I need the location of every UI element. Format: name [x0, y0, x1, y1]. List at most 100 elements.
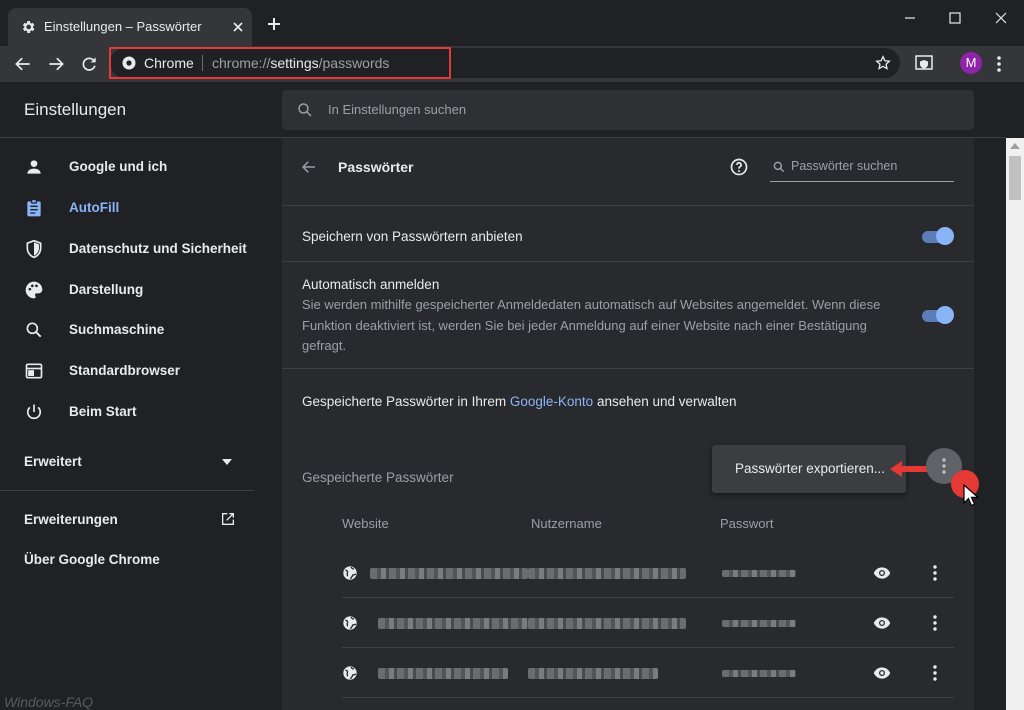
password-search-input[interactable]: Passwörter suchen — [770, 154, 954, 182]
minimize-icon[interactable] — [900, 8, 920, 28]
account-text: Gespeicherte Passwörter in Ihrem Google-… — [302, 394, 737, 409]
sidebar-item-label: Google und ich — [69, 159, 168, 174]
more-vert-icon — [941, 457, 947, 475]
about-label: Über Google Chrome — [24, 552, 160, 567]
sidebar-item-label: Standardbrowser — [69, 363, 181, 378]
export-passwords-menu-item[interactable]: Passwörter exportieren... — [735, 461, 885, 476]
more-vert-icon[interactable] — [932, 564, 938, 582]
browser-icon — [24, 361, 44, 381]
person-icon — [24, 157, 44, 177]
address-highlight-frame — [109, 47, 451, 79]
avatar[interactable]: M — [960, 52, 982, 74]
sidebar-item-label: Suchmaschine — [69, 322, 165, 337]
sidebar-item-label: Beim Start — [69, 404, 137, 419]
palette-icon — [24, 280, 44, 300]
password-search-placeholder: Passwörter suchen — [791, 159, 898, 173]
website-value-blurred — [370, 568, 528, 579]
sidebar-item-ueber-chrome[interactable]: Über Google Chrome — [0, 540, 254, 580]
maximize-icon[interactable] — [945, 8, 965, 28]
row-separator — [342, 697, 954, 698]
toggle-knob — [936, 306, 954, 324]
bookmark-star-icon[interactable] — [875, 55, 891, 71]
browser-tab[interactable]: Einstellungen – Passwörter — [8, 8, 252, 46]
toggle-knob — [936, 227, 954, 245]
export-menu: Passwörter exportieren... — [712, 445, 906, 493]
tab-title: Einstellungen – Passwörter — [44, 19, 202, 34]
scroll-up-icon[interactable] — [1010, 143, 1020, 149]
more-vert-icon[interactable] — [996, 54, 1002, 74]
username-value-blurred — [528, 568, 686, 579]
column-header-website: Website — [342, 516, 389, 531]
sidebar: Google und ich AutoFill Datenschutz und … — [0, 138, 282, 710]
table-row[interactable] — [342, 648, 954, 698]
new-tab-icon[interactable] — [266, 16, 282, 32]
sidebar-item-standardbrowser[interactable]: Standardbrowser — [0, 351, 282, 391]
offer-save-label: Speichern von Passwörtern anbieten — [302, 229, 523, 244]
help-icon[interactable] — [729, 157, 749, 177]
browser-toolbar: Chrome chrome://settings/passwords M — [0, 46, 1024, 82]
auto-signin-desc-line: Funktion deaktiviert ist, werden Sie bei… — [302, 317, 867, 333]
shield-icon — [24, 239, 44, 259]
mouse-cursor-icon — [963, 484, 979, 508]
divider — [282, 368, 974, 369]
google-account-link[interactable]: Google-Konto — [510, 394, 593, 409]
sidebar-item-label: Datenschutz und Sicherheit — [69, 241, 247, 256]
chevron-down-icon — [222, 459, 232, 465]
account-text-after: ansehen und verwalten — [596, 394, 737, 409]
sidebar-item-beim-start[interactable]: Beim Start — [0, 392, 282, 432]
settings-search-input[interactable]: In Einstellungen suchen — [282, 90, 974, 130]
open-in-new-icon — [220, 511, 236, 527]
gear-icon — [20, 19, 36, 35]
password-value-masked — [722, 670, 796, 677]
auto-signin-toggle[interactable] — [920, 305, 954, 325]
column-header-password: Passwort — [720, 516, 774, 531]
scrollbar-thumb[interactable] — [1009, 156, 1021, 200]
auto-signin-label: Automatisch anmelden — [302, 277, 440, 292]
website-value-blurred — [378, 668, 508, 679]
page-title: Einstellungen — [24, 100, 127, 119]
eye-icon[interactable] — [872, 614, 892, 632]
globe-icon — [342, 665, 358, 681]
watermark: Windows-FAQ — [4, 694, 94, 710]
sidebar-item-label: AutoFill — [69, 200, 120, 215]
forward-icon[interactable] — [46, 54, 66, 74]
close-tab-icon[interactable] — [231, 20, 245, 34]
eye-icon[interactable] — [872, 564, 892, 582]
sidebar-item-datenschutz[interactable]: Datenschutz und Sicherheit — [0, 229, 282, 269]
sidebar-item-suchmaschine[interactable]: Suchmaschine — [0, 310, 282, 350]
search-icon — [772, 160, 786, 174]
search-icon — [296, 101, 314, 119]
sidebar-item-erweitert[interactable]: Erweitert — [0, 442, 254, 482]
globe-icon — [342, 565, 358, 581]
table-row[interactable] — [342, 598, 954, 648]
assignment-icon — [24, 198, 44, 218]
close-window-icon[interactable] — [991, 8, 1011, 28]
page-scrollbar[interactable] — [1006, 138, 1024, 710]
back-arrow-icon[interactable] — [300, 158, 318, 176]
saved-passwords-heading: Gespeicherte Passwörter — [302, 470, 454, 485]
more-vert-icon[interactable] — [932, 614, 938, 632]
extension-shield-icon[interactable] — [915, 54, 933, 72]
offer-save-toggle[interactable] — [920, 226, 954, 246]
password-value-masked — [722, 570, 796, 577]
more-vert-icon[interactable] — [932, 664, 938, 682]
settings-header: Einstellungen In Einstellungen suchen — [0, 82, 1006, 138]
sidebar-item-label: Darstellung — [69, 282, 144, 297]
sidebar-item-google-und-ich[interactable]: Google und ich — [0, 147, 282, 187]
sidebar-item-darstellung[interactable]: Darstellung — [0, 270, 282, 310]
username-value-blurred — [528, 618, 686, 629]
password-value-masked — [722, 620, 796, 627]
table-row[interactable] — [342, 548, 954, 598]
sidebar-item-autofill[interactable]: AutoFill — [0, 188, 282, 228]
sidebar-item-erweiterungen[interactable]: Erweiterungen — [0, 500, 254, 540]
globe-icon — [342, 615, 358, 631]
account-text-before: Gespeicherte Passwörter in Ihrem — [302, 394, 507, 409]
section-title: Passwörter — [338, 159, 414, 175]
search-icon — [24, 320, 44, 340]
eye-icon[interactable] — [872, 664, 892, 682]
power-icon — [24, 402, 44, 422]
username-value-blurred — [528, 668, 658, 679]
back-icon[interactable] — [13, 54, 33, 74]
sidebar-divider — [0, 490, 254, 491]
reload-icon[interactable] — [79, 54, 99, 74]
